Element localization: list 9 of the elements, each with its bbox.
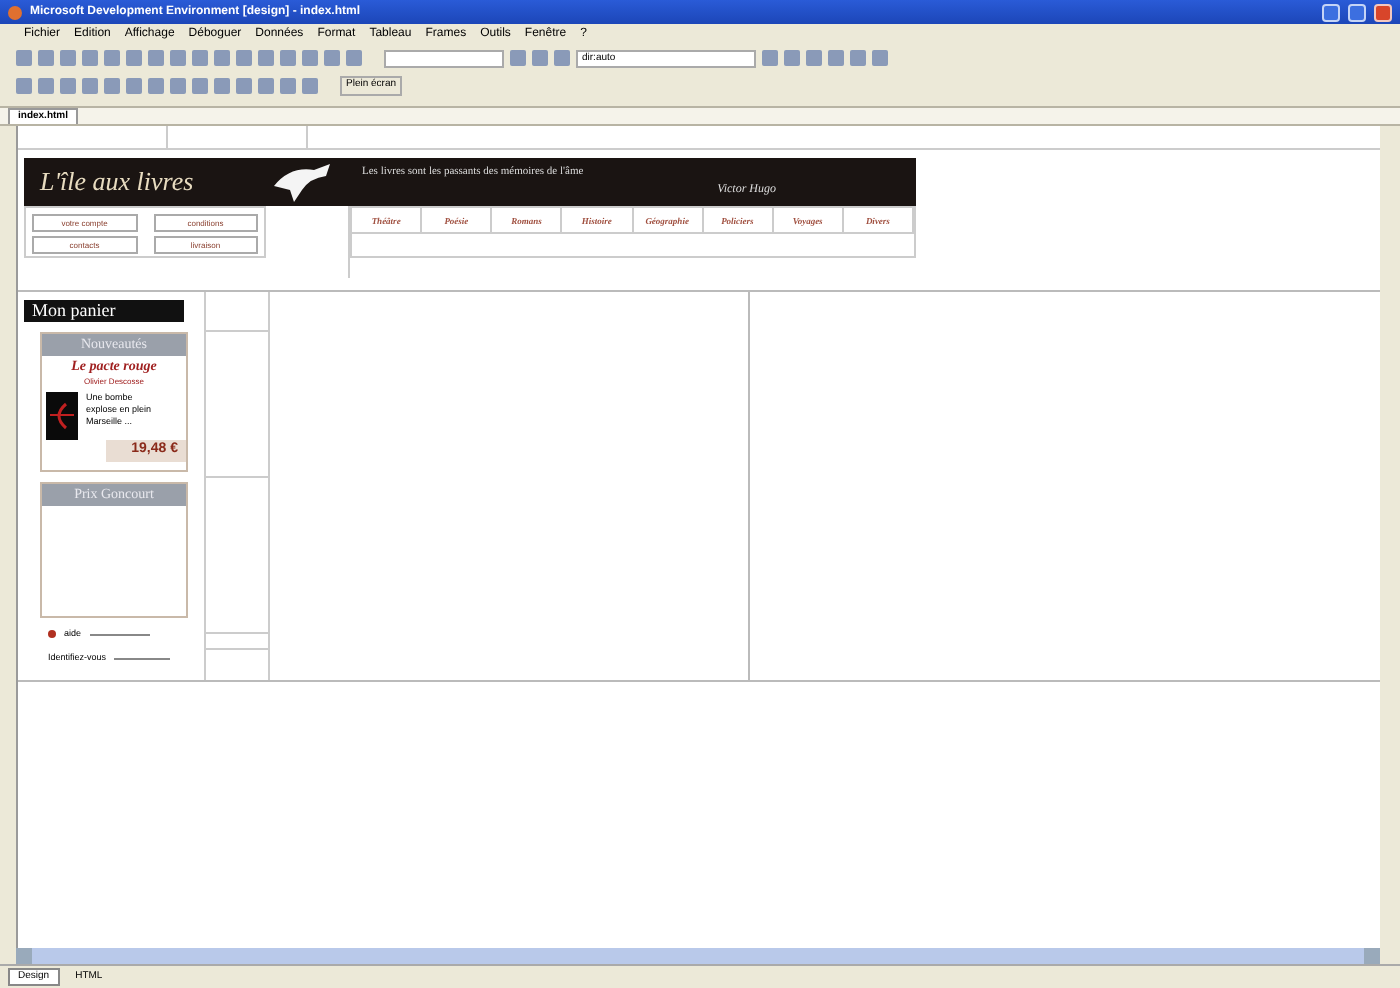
maximize-button[interactable] xyxy=(1348,3,1366,21)
close-button[interactable] xyxy=(1374,3,1392,21)
cart-title: Mon panier xyxy=(32,297,116,324)
app-icon xyxy=(8,5,22,19)
dropdown-field[interactable] xyxy=(384,49,504,67)
help-icon xyxy=(48,630,56,639)
minimize-button[interactable] xyxy=(1322,3,1340,21)
horizontal-scrollbar[interactable] xyxy=(16,948,1380,964)
site-logo: L'île aux livres xyxy=(40,164,194,201)
